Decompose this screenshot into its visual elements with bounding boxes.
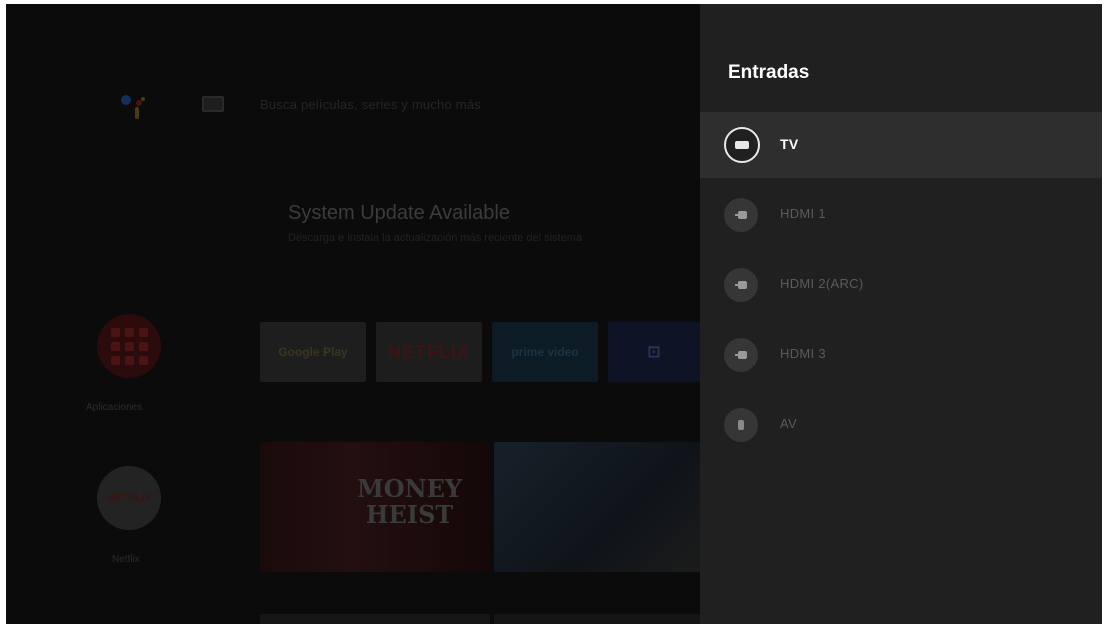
- app-tile-google-play: Google Play: [260, 322, 366, 382]
- input-row-hdmi2-arc[interactable]: HDMI 2(ARC): [700, 252, 1102, 318]
- search-hint: Busca películas, series y mucho más: [260, 97, 481, 112]
- input-label: TV: [780, 136, 799, 152]
- netflix-badge-text: NETFLIX: [106, 492, 152, 504]
- poster-row-3a: [260, 614, 490, 624]
- hdmi-icon: [724, 338, 758, 372]
- poster-row-3b: [494, 614, 700, 624]
- input-row-hdmi1[interactable]: HDMI 1: [700, 182, 1102, 248]
- apps-grid-icon: [97, 314, 161, 378]
- tv-screen: Busca películas, series y mucho más Syst…: [6, 4, 1102, 624]
- poster-money-heist: MONEY HEIST: [260, 442, 490, 572]
- app-tile-prime-video: prime video: [492, 322, 598, 382]
- panel-title: Entradas: [728, 62, 810, 83]
- input-row-tv[interactable]: TV: [700, 112, 1102, 178]
- poster-title: MONEY HEIST: [357, 474, 462, 529]
- google-assistant-icon: [121, 95, 145, 119]
- side-app-label-apps: Aplicaciones: [86, 402, 143, 413]
- home-screen-background: Busca películas, series y mucho más Syst…: [6, 4, 700, 624]
- netflix-app-icon: NETFLIX: [97, 466, 161, 530]
- app-tile-netflix: NETFLIX: [376, 322, 482, 382]
- tv-icon: [724, 127, 760, 163]
- input-row-hdmi3[interactable]: HDMI 3: [700, 322, 1102, 388]
- av-icon: [724, 408, 758, 442]
- side-app-label-netflix: Netflix: [112, 554, 140, 565]
- update-subtitle: Descarga e instala la actualización más …: [288, 232, 583, 244]
- hdmi-icon: [724, 198, 758, 232]
- input-label: HDMI 2(ARC): [780, 276, 864, 291]
- hdmi-icon: [724, 268, 758, 302]
- inputs-panel: Entradas TV HDMI 1 HDMI 2(ARC) HDMI 3 AV: [700, 4, 1102, 624]
- input-source-icon: [202, 96, 224, 112]
- input-label: AV: [780, 416, 797, 431]
- update-title: System Update Available: [288, 202, 510, 224]
- input-row-av[interactable]: AV: [700, 392, 1102, 458]
- input-label: HDMI 3: [780, 346, 826, 361]
- poster-second: [494, 442, 700, 572]
- app-tile-other: ⊡: [608, 322, 700, 382]
- input-label: HDMI 1: [780, 206, 826, 221]
